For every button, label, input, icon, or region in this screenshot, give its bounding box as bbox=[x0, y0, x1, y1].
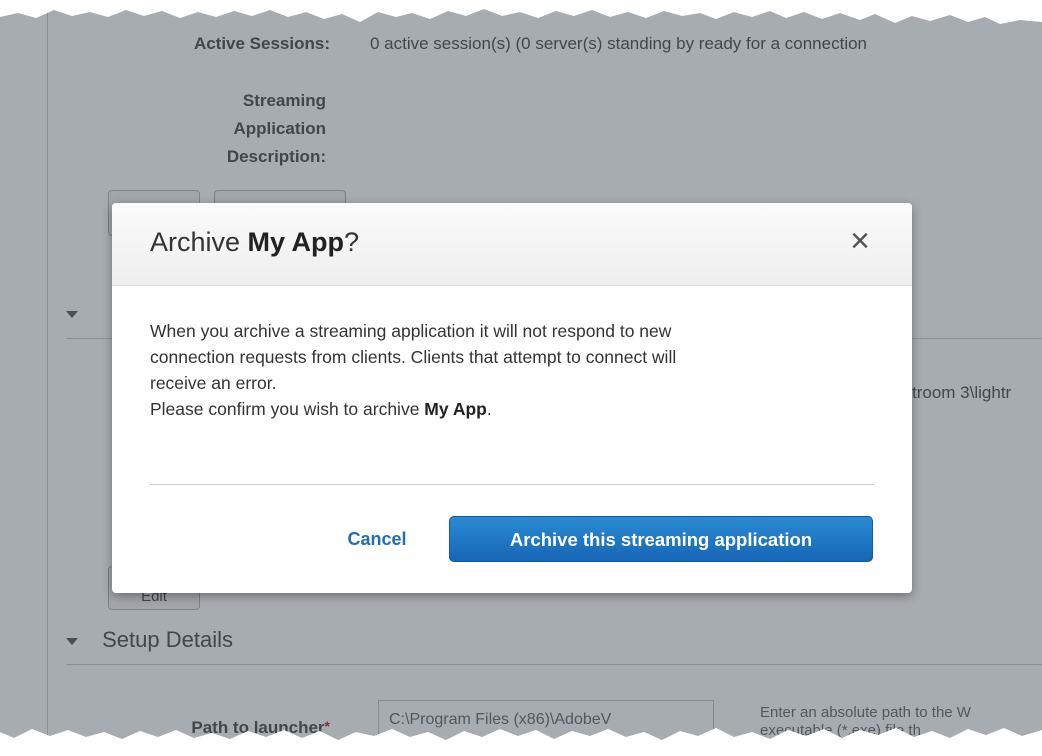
title-prefix: Archive bbox=[150, 227, 248, 257]
close-icon[interactable]: × bbox=[844, 221, 876, 261]
screenshot-frame: Active Sessions: 0 active session(s) (0 … bbox=[0, 0, 1042, 756]
message-line: receive an error. bbox=[150, 373, 277, 393]
confirm-app-name: My App bbox=[424, 399, 487, 419]
dialog-message: When you archive a streaming application… bbox=[150, 318, 880, 422]
dialog-footer-divider bbox=[150, 484, 874, 485]
confirm-line: Please confirm you wish to archive My Ap… bbox=[150, 396, 880, 422]
dialog-header: Archive My App? × bbox=[112, 203, 912, 286]
cancel-button[interactable]: Cancel bbox=[322, 517, 432, 561]
confirm-suffix: . bbox=[486, 399, 492, 419]
confirm-prefix: Please confirm you wish to archive bbox=[150, 399, 425, 419]
title-suffix: ? bbox=[344, 227, 360, 257]
message-line: When you archive a streaming application… bbox=[150, 321, 672, 341]
title-app-name: My App bbox=[247, 227, 345, 257]
message-line: connection requests from clients. Client… bbox=[150, 347, 677, 367]
archive-button[interactable]: Archive this streaming application bbox=[449, 516, 873, 562]
archive-dialog: Archive My App? × When you archive a str… bbox=[112, 203, 912, 593]
dialog-title: Archive My App? bbox=[150, 227, 359, 258]
